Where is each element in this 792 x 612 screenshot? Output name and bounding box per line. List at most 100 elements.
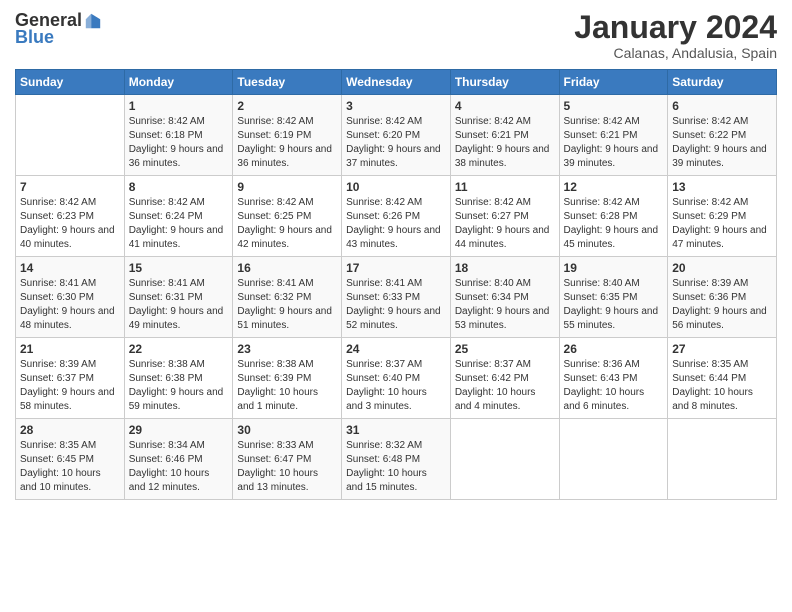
calendar-cell	[450, 419, 559, 500]
calendar-cell: 23Sunrise: 8:38 AMSunset: 6:39 PMDayligh…	[233, 338, 342, 419]
logo-icon	[84, 12, 102, 30]
day-number: 29	[129, 423, 229, 437]
calendar-cell	[668, 419, 777, 500]
day-number: 27	[672, 342, 772, 356]
calendar-cell: 4Sunrise: 8:42 AMSunset: 6:21 PMDaylight…	[450, 95, 559, 176]
calendar-cell: 30 Sunrise: 8:33 AMSunset: 6:47 PMDayligh…	[233, 419, 342, 500]
day-info: Sunrise: 8:42 AMSunset: 6:19 PMDaylight:…	[237, 115, 337, 171]
day-info: Sunrise: 8:42 AMSunset: 6:29 PMDaylight:…	[672, 196, 772, 252]
day-info: Sunrise: 8:41 AMSunset: 6:33 PMDaylight:…	[346, 277, 446, 333]
calendar-cell: 13 Sunrise: 8:42 AMSunset: 6:29 PMDayligh…	[668, 176, 777, 257]
day-info: Sunrise: 8:42 AMSunset: 6:28 PMDaylight:…	[564, 196, 664, 252]
day-number: 14	[20, 261, 120, 275]
calendar-cell: 17 Sunrise: 8:41 AMSunset: 6:33 PMDayligh…	[342, 257, 451, 338]
day-info: Sunrise: 8:42 AMSunset: 6:23 PMDaylight:…	[20, 196, 120, 252]
day-number: 31	[346, 423, 446, 437]
day-info: Sunrise: 8:42 AMSunset: 6:24 PMDaylight:…	[129, 196, 229, 252]
day-number: 30	[237, 423, 337, 437]
day-info: Sunrise: 8:41 AMSunset: 6:31 PMDaylight:…	[129, 277, 229, 333]
day-info: Sunrise: 8:40 AMSunset: 6:34 PMDaylight:…	[455, 277, 555, 333]
calendar-cell: 1Sunrise: 8:42 AMSunset: 6:18 PMDaylight…	[124, 95, 233, 176]
weekday-header: Saturday	[668, 70, 777, 95]
day-info: Sunrise: 8:42 AMSunset: 6:21 PMDaylight:…	[564, 115, 664, 171]
day-number: 16	[237, 261, 337, 275]
calendar-cell: 3Sunrise: 8:42 AMSunset: 6:20 PMDaylight…	[342, 95, 451, 176]
calendar-cell: 14 Sunrise: 8:41 AMSunset: 6:30 PMDayligh…	[16, 257, 125, 338]
calendar-cell: 21 Sunrise: 8:39 AMSunset: 6:37 PMDayligh…	[16, 338, 125, 419]
weekday-header-row: SundayMondayTuesdayWednesdayThursdayFrid…	[16, 70, 777, 95]
weekday-header: Sunday	[16, 70, 125, 95]
calendar-cell: 22Sunrise: 8:38 AMSunset: 6:38 PMDayligh…	[124, 338, 233, 419]
day-info: Sunrise: 8:37 AMSunset: 6:42 PMDaylight:…	[455, 358, 555, 414]
calendar-cell: 5 Sunrise: 8:42 AMSunset: 6:21 PMDaylight…	[559, 95, 668, 176]
day-info: Sunrise: 8:35 AMSunset: 6:45 PMDaylight:…	[20, 439, 120, 495]
day-number: 4	[455, 99, 555, 113]
calendar-cell: 19 Sunrise: 8:40 AMSunset: 6:35 PMDayligh…	[559, 257, 668, 338]
calendar-cell: 7 Sunrise: 8:42 AMSunset: 6:23 PMDaylight…	[16, 176, 125, 257]
calendar-cell: 20 Sunrise: 8:39 AMSunset: 6:36 PMDayligh…	[668, 257, 777, 338]
day-number: 22	[129, 342, 229, 356]
weekday-header: Wednesday	[342, 70, 451, 95]
day-number: 24	[346, 342, 446, 356]
day-number: 6	[672, 99, 772, 113]
day-number: 9	[237, 180, 337, 194]
calendar-cell: 6 Sunrise: 8:42 AMSunset: 6:22 PMDaylight…	[668, 95, 777, 176]
day-number: 7	[20, 180, 120, 194]
day-info: Sunrise: 8:33 AMSunset: 6:47 PMDaylight:…	[237, 439, 337, 495]
calendar-cell: 27 Sunrise: 8:35 AMSunset: 6:44 PMDayligh…	[668, 338, 777, 419]
calendar-cell: 24 Sunrise: 8:37 AMSunset: 6:40 PMDayligh…	[342, 338, 451, 419]
calendar-cell: 16Sunrise: 8:41 AMSunset: 6:32 PMDayligh…	[233, 257, 342, 338]
calendar-cell: 12Sunrise: 8:42 AMSunset: 6:28 PMDayligh…	[559, 176, 668, 257]
day-number: 17	[346, 261, 446, 275]
calendar-cell: 29Sunrise: 8:34 AMSunset: 6:46 PMDayligh…	[124, 419, 233, 500]
logo: General Blue	[15, 10, 102, 48]
calendar-cell: 10 Sunrise: 8:42 AMSunset: 6:26 PMDayligh…	[342, 176, 451, 257]
day-info: Sunrise: 8:42 AMSunset: 6:20 PMDaylight:…	[346, 115, 446, 171]
day-number: 8	[129, 180, 229, 194]
logo-blue: Blue	[15, 27, 54, 48]
day-info: Sunrise: 8:42 AMSunset: 6:27 PMDaylight:…	[455, 196, 555, 252]
day-info: Sunrise: 8:39 AMSunset: 6:36 PMDaylight:…	[672, 277, 772, 333]
day-info: Sunrise: 8:37 AMSunset: 6:40 PMDaylight:…	[346, 358, 446, 414]
weekday-header: Thursday	[450, 70, 559, 95]
day-info: Sunrise: 8:40 AMSunset: 6:35 PMDaylight:…	[564, 277, 664, 333]
day-number: 25	[455, 342, 555, 356]
weekday-header: Monday	[124, 70, 233, 95]
calendar-week-row: 1Sunrise: 8:42 AMSunset: 6:18 PMDaylight…	[16, 95, 777, 176]
location-title: Calanas, Andalusia, Spain	[574, 45, 777, 61]
calendar-cell: 28 Sunrise: 8:35 AMSunset: 6:45 PMDayligh…	[16, 419, 125, 500]
day-number: 2	[237, 99, 337, 113]
day-info: Sunrise: 8:36 AMSunset: 6:43 PMDaylight:…	[564, 358, 664, 414]
day-info: Sunrise: 8:42 AMSunset: 6:25 PMDaylight:…	[237, 196, 337, 252]
day-number: 18	[455, 261, 555, 275]
day-number: 19	[564, 261, 664, 275]
page-header: General Blue January 2024 Calanas, Andal…	[15, 10, 777, 61]
day-number: 21	[20, 342, 120, 356]
calendar-cell: 18 Sunrise: 8:40 AMSunset: 6:34 PMDayligh…	[450, 257, 559, 338]
day-info: Sunrise: 8:39 AMSunset: 6:37 PMDaylight:…	[20, 358, 120, 414]
day-info: Sunrise: 8:42 AMSunset: 6:18 PMDaylight:…	[129, 115, 229, 171]
day-number: 20	[672, 261, 772, 275]
weekday-header: Tuesday	[233, 70, 342, 95]
day-info: Sunrise: 8:41 AMSunset: 6:30 PMDaylight:…	[20, 277, 120, 333]
day-info: Sunrise: 8:42 AMSunset: 6:26 PMDaylight:…	[346, 196, 446, 252]
calendar-cell: 26 Sunrise: 8:36 AMSunset: 6:43 PMDayligh…	[559, 338, 668, 419]
calendar-cell	[559, 419, 668, 500]
title-section: January 2024 Calanas, Andalusia, Spain	[574, 10, 777, 61]
calendar-cell: 9 Sunrise: 8:42 AMSunset: 6:25 PMDaylight…	[233, 176, 342, 257]
day-number: 26	[564, 342, 664, 356]
calendar-week-row: 7 Sunrise: 8:42 AMSunset: 6:23 PMDaylight…	[16, 176, 777, 257]
calendar-table: SundayMondayTuesdayWednesdayThursdayFrid…	[15, 69, 777, 500]
calendar-cell: 2 Sunrise: 8:42 AMSunset: 6:19 PMDaylight…	[233, 95, 342, 176]
day-number: 13	[672, 180, 772, 194]
calendar-cell: 15Sunrise: 8:41 AMSunset: 6:31 PMDayligh…	[124, 257, 233, 338]
day-number: 5	[564, 99, 664, 113]
calendar-cell: 25 Sunrise: 8:37 AMSunset: 6:42 PMDayligh…	[450, 338, 559, 419]
day-number: 11	[455, 180, 555, 194]
calendar-cell	[16, 95, 125, 176]
calendar-cell: 11 Sunrise: 8:42 AMSunset: 6:27 PMDayligh…	[450, 176, 559, 257]
day-info: Sunrise: 8:35 AMSunset: 6:44 PMDaylight:…	[672, 358, 772, 414]
day-number: 10	[346, 180, 446, 194]
day-info: Sunrise: 8:42 AMSunset: 6:22 PMDaylight:…	[672, 115, 772, 171]
day-number: 28	[20, 423, 120, 437]
